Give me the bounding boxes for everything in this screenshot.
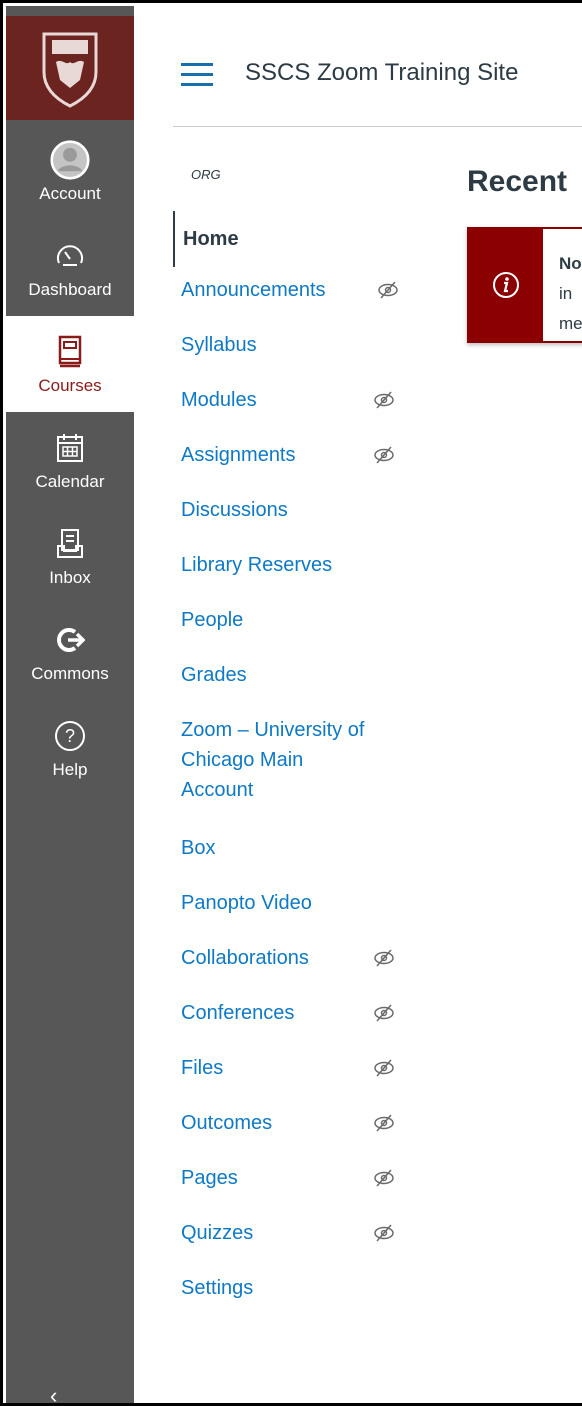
calendar-icon [50, 428, 90, 468]
alert-line-3: me [559, 314, 582, 333]
course-nav-home-label: Home [183, 228, 239, 250]
hidden-eye-icon [374, 391, 394, 409]
nav-inbox-label: Inbox [49, 568, 91, 587]
course-nav-zoom-label-2: Chicago Main [181, 749, 304, 771]
hidden-eye-icon [374, 1224, 394, 1242]
page-title: Recent [467, 165, 568, 198]
nav-calendar[interactable]: Calendar [6, 412, 134, 508]
hidden-eye-icon [374, 446, 394, 464]
course-header: SSCS Zoom Training Site [173, 39, 582, 127]
nav-account[interactable]: Account [6, 124, 134, 220]
global-nav: Account Dashboard Courses Calendar Inbox… [6, 6, 134, 1404]
nav-calendar-label: Calendar [35, 472, 105, 491]
nav-inbox[interactable]: Inbox [6, 508, 134, 604]
hidden-eye-icon [374, 1114, 394, 1132]
alert-icon-bar [469, 229, 543, 341]
course-nav-people-label: People [181, 609, 244, 631]
inbox-icon [50, 524, 90, 564]
course-nav-settings-label: Settings [181, 1277, 254, 1299]
alert-line-1: No [559, 254, 582, 273]
nav-commons-label: Commons [31, 664, 109, 683]
course-nav-panopto-video-label: Panopto Video [181, 892, 312, 914]
app-frame: Account Dashboard Courses Calendar Inbox… [0, 0, 582, 1406]
course-nav-zoom-label-1: Zoom – University of [181, 719, 365, 741]
course-nav-syllabus-label: Syllabus [181, 334, 257, 356]
course-nav-zoom[interactable]: Zoom – University of Chicago Main Accoun… [173, 717, 433, 807]
hidden-eye-icon [374, 1169, 394, 1187]
shield-icon [42, 32, 98, 108]
commons-icon [50, 620, 90, 660]
alert-line-2: in [559, 284, 573, 303]
alert-banner: No in me [467, 227, 582, 343]
course-section-label: ORG [191, 167, 221, 182]
hamburger-menu-icon[interactable] [181, 63, 213, 86]
dashboard-icon [50, 236, 90, 276]
university-logo[interactable] [6, 16, 134, 120]
course-nav-home[interactable]: Home [173, 211, 433, 267]
course-nav-quizzes-label: Quizzes [181, 1222, 254, 1244]
nav-dashboard[interactable]: Dashboard [6, 220, 134, 316]
course-nav-box-label: Box [181, 837, 216, 859]
nav-account-label: Account [39, 184, 101, 203]
nav-help-label: Help [52, 760, 88, 779]
courses-icon [50, 332, 90, 372]
hidden-eye-icon [374, 949, 394, 967]
site-title[interactable]: SSCS Zoom Training Site [245, 59, 518, 87]
course-nav-library-reserves-label: Library Reserves [181, 554, 333, 576]
course-nav-pages-label: Pages [181, 1167, 238, 1189]
course-nav-discussions-label: Discussions [181, 499, 288, 521]
course-nav-modules-label: Modules [181, 389, 257, 411]
nav-courses[interactable]: Courses [6, 316, 134, 412]
course-nav-grades-label: Grades [181, 664, 247, 686]
course-nav-zoom-label-3: Account [181, 779, 254, 801]
course-nav-conferences-label: Conferences [181, 1002, 295, 1024]
svg-text:?: ? [65, 726, 75, 746]
nav-commons[interactable]: Commons [6, 604, 134, 700]
help-icon: ? [50, 716, 90, 756]
nav-courses-label: Courses [38, 376, 102, 395]
course-nav-assignments-label: Assignments [181, 444, 296, 466]
hidden-eye-icon [374, 1059, 394, 1077]
alert-message: No in me [559, 249, 582, 339]
course-nav-collaborations-label: Collaborations [181, 947, 309, 969]
info-icon [493, 272, 519, 298]
avatar-icon [50, 140, 90, 180]
collapse-nav-icon[interactable]: ‹ [50, 1385, 80, 1404]
course-nav-outcomes-label: Outcomes [181, 1112, 273, 1134]
hidden-eye-icon [378, 281, 398, 299]
nav-help[interactable]: ? Help [6, 700, 134, 796]
course-nav-files-label: Files [181, 1057, 224, 1079]
hidden-eye-icon [374, 1004, 394, 1022]
nav-dashboard-label: Dashboard [28, 280, 112, 299]
course-nav-announcements-label: Announcements [181, 279, 326, 301]
